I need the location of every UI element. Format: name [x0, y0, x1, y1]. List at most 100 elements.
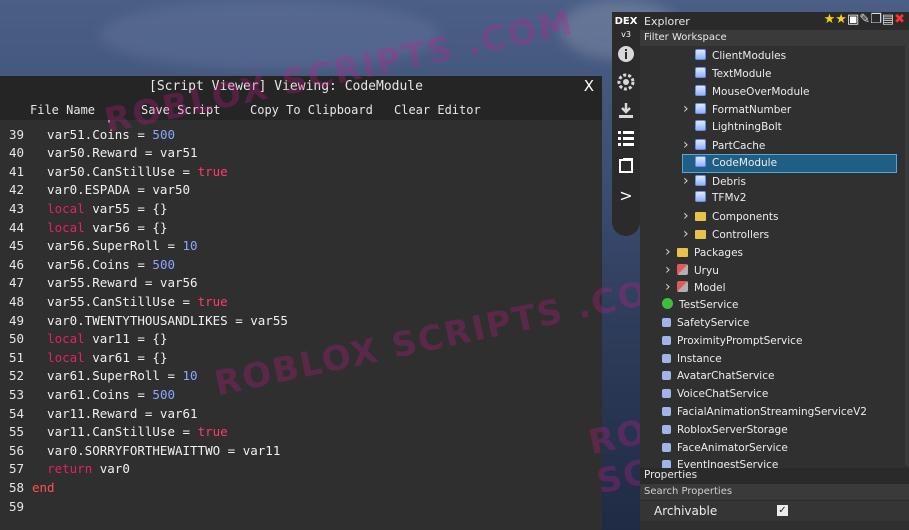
star-icon[interactable]: ★ [835, 12, 847, 27]
clear-editor-button[interactable]: Clear Editor [394, 103, 481, 117]
service-icon [662, 335, 671, 345]
line-number: 51 [9, 349, 25, 365]
tree-item-textmodule[interactable]: TextModule [683, 66, 771, 83]
service-icon [662, 318, 671, 327]
tree-item-faceanimatorservice[interactable]: FaceAnimatorService [662, 440, 788, 457]
code-editor[interactable]: 38 var51.SuperRoll = 1039 var51.Coins = … [0, 120, 602, 530]
code-line: 45 var56.SuperRoll = 10 [0, 237, 602, 256]
file-name-button[interactable]: File Name [30, 103, 95, 117]
line-number: 53 [9, 387, 25, 402]
tree-item-model[interactable]: › Model [665, 279, 726, 296]
tree-item-proximitypromptservice[interactable]: ProximityPromptService [662, 333, 802, 350]
module-icon [695, 155, 706, 167]
tree-item-label: FacialAnimationStreamingServiceV2 [677, 406, 867, 418]
line-text: var11.Reward = var61 [32, 405, 198, 421]
tree-item-formatnumber[interactable]: › FormatNumber [683, 101, 791, 118]
explorer-toolbar-icons[interactable]: ★★▣✎❐▤✖ [824, 12, 905, 27]
tree-item-packages[interactable]: › Packages [665, 244, 743, 261]
tree-item-avatarchatservice[interactable]: AvatarChatService [662, 368, 774, 385]
close-button[interactable]: X [584, 77, 594, 95]
tree-item-partcache[interactable]: › PartCache [683, 137, 765, 154]
line-number: 46 [9, 256, 25, 272]
info-icon[interactable] [616, 44, 636, 64]
tree-item-testservice[interactable]: TestService [662, 297, 738, 314]
line-number: 39 [9, 126, 25, 142]
tree-item-debris[interactable]: › Debris [683, 173, 746, 190]
module-icon [695, 139, 706, 150]
save-script-button[interactable]: Save Script [141, 103, 220, 117]
tree-item-mouseovermodule[interactable]: MouseOverModule [683, 84, 810, 101]
code-line: 43 local var55 = {} [0, 200, 602, 219]
line-text: local var55 = {} [47, 201, 168, 216]
line-text: var56.Coins = 500 [32, 256, 175, 272]
tree-item-robloxserverstorage[interactable]: RobloxServerStorage [662, 422, 788, 439]
star-icon[interactable]: ★ [824, 12, 836, 27]
expand-arrow-icon[interactable]: › [683, 226, 695, 243]
tree-item-label: PartCache [712, 140, 766, 152]
expand-arrow-icon[interactable]: › [665, 279, 677, 296]
expand-arrow-icon[interactable]: › [665, 244, 677, 261]
expand-arrow-icon[interactable]: › [665, 262, 677, 279]
expand-arrow-icon[interactable]: › [683, 173, 695, 190]
expand-arrow-icon[interactable]: › [683, 208, 695, 225]
line-number: 45 [9, 238, 25, 254]
filter-workspace-input[interactable]: Filter Workspace [640, 30, 909, 46]
wrench-icon[interactable]: ✎ [859, 12, 870, 27]
line-text: var51.Coins = 500 [32, 126, 175, 142]
expand-arrow-icon[interactable]: › [683, 101, 695, 118]
property-row[interactable] [640, 521, 909, 530]
expand-arrow-icon[interactable]: › [683, 137, 695, 154]
tree-item-codemodule[interactable]: CodeModule [682, 153, 897, 173]
line-text: var61.SuperRoll = 10 [32, 368, 198, 384]
code-line: 47 var55.Reward = var56 [0, 274, 602, 293]
dex-version: v3 [621, 30, 631, 39]
property-row[interactable]: Archivable ✓ [640, 501, 909, 521]
paste-icon[interactable]: ▤ [882, 12, 894, 27]
tree-item-tfmv2[interactable]: TFMv2 [683, 190, 746, 207]
tree-item-label: Components [712, 211, 779, 224]
check-icon [662, 298, 673, 310]
tree-item-label: TextModule [712, 67, 772, 80]
explorer-panel: Explorer ★★▣✎❐▤✖ Filter Workspace Client… [640, 12, 909, 471]
tree-item-controllers[interactable]: › Controllers [683, 226, 769, 243]
tree-item-safetyservice[interactable]: SafetyService [662, 315, 749, 332]
tree-item-components[interactable]: › Components [683, 208, 778, 225]
module-icon [695, 103, 706, 115]
tree-item-instance[interactable]: Instance [662, 351, 722, 368]
copy-to-clipboard-button[interactable]: Copy To Clipboard [250, 103, 373, 117]
script-icon[interactable] [616, 156, 636, 176]
line-number: 49 [9, 312, 25, 328]
tree-item-uryu[interactable]: › Uryu [665, 262, 719, 279]
explorer-scrollbar[interactable] [905, 46, 909, 466]
tree-item-clientmodules[interactable]: ClientModules [683, 48, 786, 65]
line-number: 42 [9, 182, 25, 198]
tree-item-lightningbolt[interactable]: LightningBolt [683, 119, 782, 136]
tree-item-label: ProximityPromptService [677, 334, 803, 347]
console-icon[interactable]: > [616, 186, 636, 206]
script-viewer-titlebar[interactable]: [Script Viewer] Viewing: CodeModule X [0, 76, 602, 98]
list-icon[interactable] [616, 128, 636, 148]
archivable-checkbox[interactable]: ✓ [777, 505, 788, 516]
gear-icon[interactable] [616, 72, 636, 92]
properties-title: Properties [644, 469, 698, 481]
tree-item-voicechatservice[interactable]: VoiceChatService [662, 386, 768, 403]
code-line: 49 var0.TWENTYTHOUSANDLIKES = var55 [0, 312, 602, 331]
search-properties-input[interactable]: Search Properties [640, 484, 909, 500]
tree-item-label: Debris [712, 175, 746, 188]
line-text: local var56 = {} [47, 219, 168, 235]
line-number: 43 [9, 201, 25, 216]
tree-item-facialanimationstreamingservicev2[interactable]: FacialAnimationStreamingServiceV2 [662, 404, 867, 421]
tree-item-label: VoiceChatService [677, 388, 769, 401]
delete-icon[interactable]: ✖ [894, 12, 905, 27]
tree-item-label: TestService [679, 299, 739, 312]
model-icon [677, 281, 688, 293]
line-text: local var11 = {} [47, 331, 168, 347]
copy-icon[interactable]: ❐ [870, 12, 882, 27]
service-icon [662, 389, 671, 399]
line-number: 40 [9, 145, 25, 161]
code-line: 42 var0.ESPADA = var50 [0, 181, 602, 200]
save-icon[interactable] [616, 100, 636, 120]
tree-item-label: FormatNumber [712, 104, 792, 117]
edit-icon[interactable]: ▣ [847, 12, 859, 27]
module-icon [695, 174, 706, 186]
